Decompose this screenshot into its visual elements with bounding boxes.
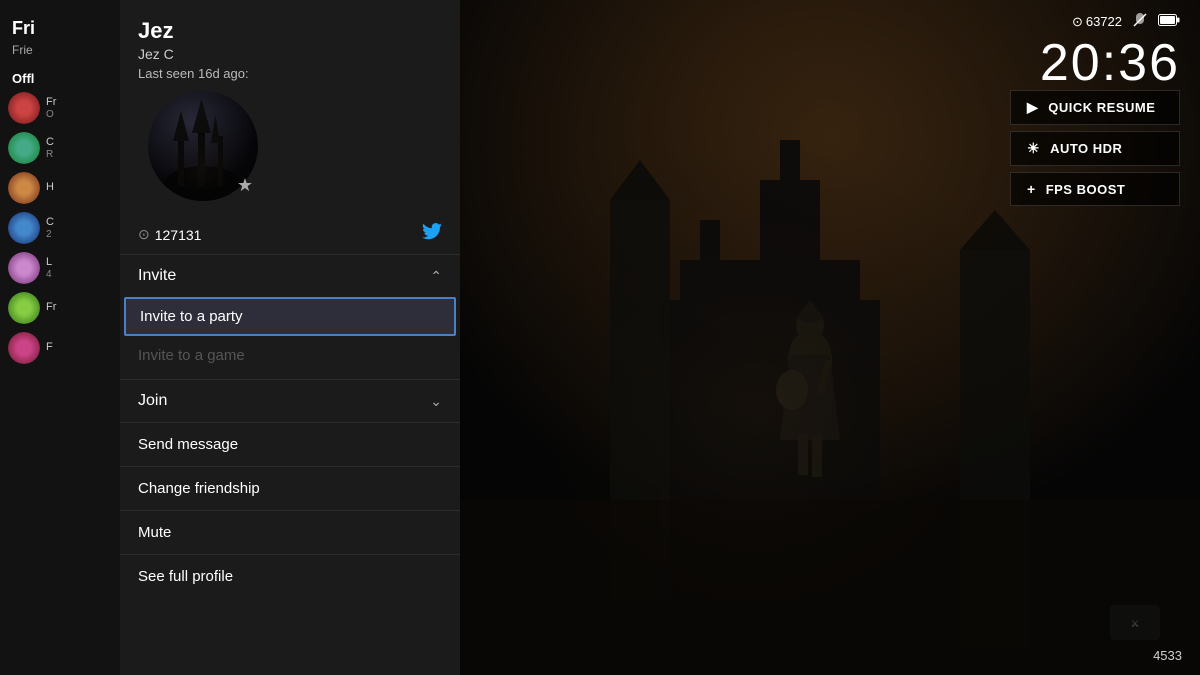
auto-hdr-label: AUTO HDR [1050, 141, 1122, 156]
profile-gamerscore: ⊙ 127131 [138, 226, 201, 243]
avatar-4 [8, 212, 40, 244]
profile-last-seen: Last seen 16d ago: [138, 66, 442, 81]
quick-menu: ▶ QUICK RESUME ☀ AUTO HDR + FPS BOOST [1010, 90, 1180, 206]
hud-gamerscore-value: 63722 [1086, 14, 1122, 29]
sidebar-name-3: H [46, 181, 54, 194]
invite-to-party-label: Invite to a party [140, 308, 243, 325]
avatar-6 [8, 292, 40, 324]
avatar-5 [8, 252, 40, 284]
hud-battery-icon [1158, 14, 1180, 29]
hud-gamerscore-icon: ⊙ [1072, 14, 1083, 30]
see-full-profile-item[interactable]: See full profile [120, 554, 460, 598]
sidebar-subtitle: Frie [0, 43, 120, 65]
sidebar-title: Fri [0, 10, 120, 43]
quick-resume-label: QUICK RESUME [1048, 100, 1155, 115]
avatar-1 [8, 92, 40, 124]
auto-hdr-button[interactable]: ☀ AUTO HDR [1010, 131, 1180, 166]
invite-to-game-label: Invite to a game [138, 347, 245, 364]
sidebar-status-5: 4 [46, 269, 52, 280]
hdr-icon: ☀ [1027, 140, 1040, 157]
quick-resume-button[interactable]: ▶ QUICK RESUME [1010, 90, 1180, 125]
sidebar-name-1: Fr [46, 96, 56, 109]
avatar-2 [8, 132, 40, 164]
sidebar-item-5[interactable]: L 4 [0, 248, 120, 288]
hud-top-row: ⊙ 63722 [1072, 12, 1180, 31]
sidebar-item-4[interactable]: C 2 [0, 208, 120, 248]
sidebar-name-6: Fr [46, 301, 56, 314]
sidebar-item-7[interactable]: F [0, 328, 120, 368]
profile-gamertag: Jez C [138, 46, 442, 62]
sidebar-name-4: C [46, 216, 54, 229]
invite-section: Invite ⌃ Invite to a party Invite to a g… [120, 254, 460, 379]
invite-to-party-item[interactable]: Invite to a party [124, 297, 456, 336]
invite-section-header[interactable]: Invite ⌃ [120, 255, 460, 297]
sidebar-status-4: 2 [46, 229, 54, 240]
fps-icon: + [1027, 181, 1036, 197]
send-message-label: Send message [138, 436, 238, 453]
play-icon: ▶ [1027, 99, 1038, 116]
sidebar-name-5: L [46, 256, 52, 269]
send-message-item[interactable]: Send message [120, 422, 460, 466]
sidebar-name-7: F [46, 341, 53, 354]
join-section-header[interactable]: Join ⌄ [120, 380, 460, 422]
hud-mute-icon [1132, 12, 1148, 31]
invite-label: Invite [138, 267, 176, 285]
mute-label: Mute [138, 524, 171, 541]
gamerscore-value: 127131 [155, 227, 202, 243]
mute-item[interactable]: Mute [120, 510, 460, 554]
twitter-button[interactable] [422, 223, 442, 246]
hud-time: 20:36 [1040, 37, 1180, 89]
see-full-profile-label: See full profile [138, 568, 233, 585]
sidebar-status-2: R [46, 149, 54, 160]
profile-name: Jez [138, 18, 442, 44]
fps-boost-button[interactable]: + FPS BOOST [1010, 172, 1180, 206]
join-chevron: ⌄ [430, 393, 442, 410]
join-section: Join ⌄ [120, 379, 460, 422]
avatar-3 [8, 172, 40, 204]
invite-menu-items: Invite to a party Invite to a game [120, 297, 460, 379]
sidebar-item-1[interactable]: Fr O [0, 88, 120, 128]
profile-avatar-wrap: ★ [148, 91, 258, 201]
profile-star: ★ [237, 175, 253, 196]
svg-text:⚔: ⚔ [1131, 619, 1140, 630]
gamerscore-icon: ⊙ [138, 226, 150, 243]
hud-gamerscore: ⊙ 63722 [1072, 14, 1122, 30]
avatar-7 [8, 332, 40, 364]
sidebar-item-2[interactable]: C R [0, 128, 120, 168]
profile-card: Jez Jez C Last seen 16d ago: [120, 0, 460, 675]
change-friendship-label: Change friendship [138, 480, 260, 497]
sidebar-item-3[interactable]: H [0, 168, 120, 208]
profile-header: Jez Jez C Last seen 16d ago: [120, 0, 460, 211]
sidebar-item-6[interactable]: Fr [0, 288, 120, 328]
sidebar-name-2: C [46, 136, 54, 149]
invite-chevron: ⌃ [430, 268, 442, 285]
sidebar-status-1: O [46, 109, 56, 120]
join-label: Join [138, 392, 167, 410]
fps-boost-label: FPS BOOST [1046, 182, 1126, 197]
hud: ⊙ 63722 20:36 [1040, 12, 1180, 89]
bottom-right-number: 4533 [1153, 648, 1182, 663]
sidebar: Fri Frie Offl Fr O C R H C [0, 0, 120, 675]
change-friendship-item[interactable]: Change friendship [120, 466, 460, 510]
invite-to-game-item: Invite to a game [120, 336, 460, 375]
profile-stats-row: ⊙ 127131 [120, 211, 460, 254]
sidebar-offline-section: Offl [0, 65, 120, 88]
